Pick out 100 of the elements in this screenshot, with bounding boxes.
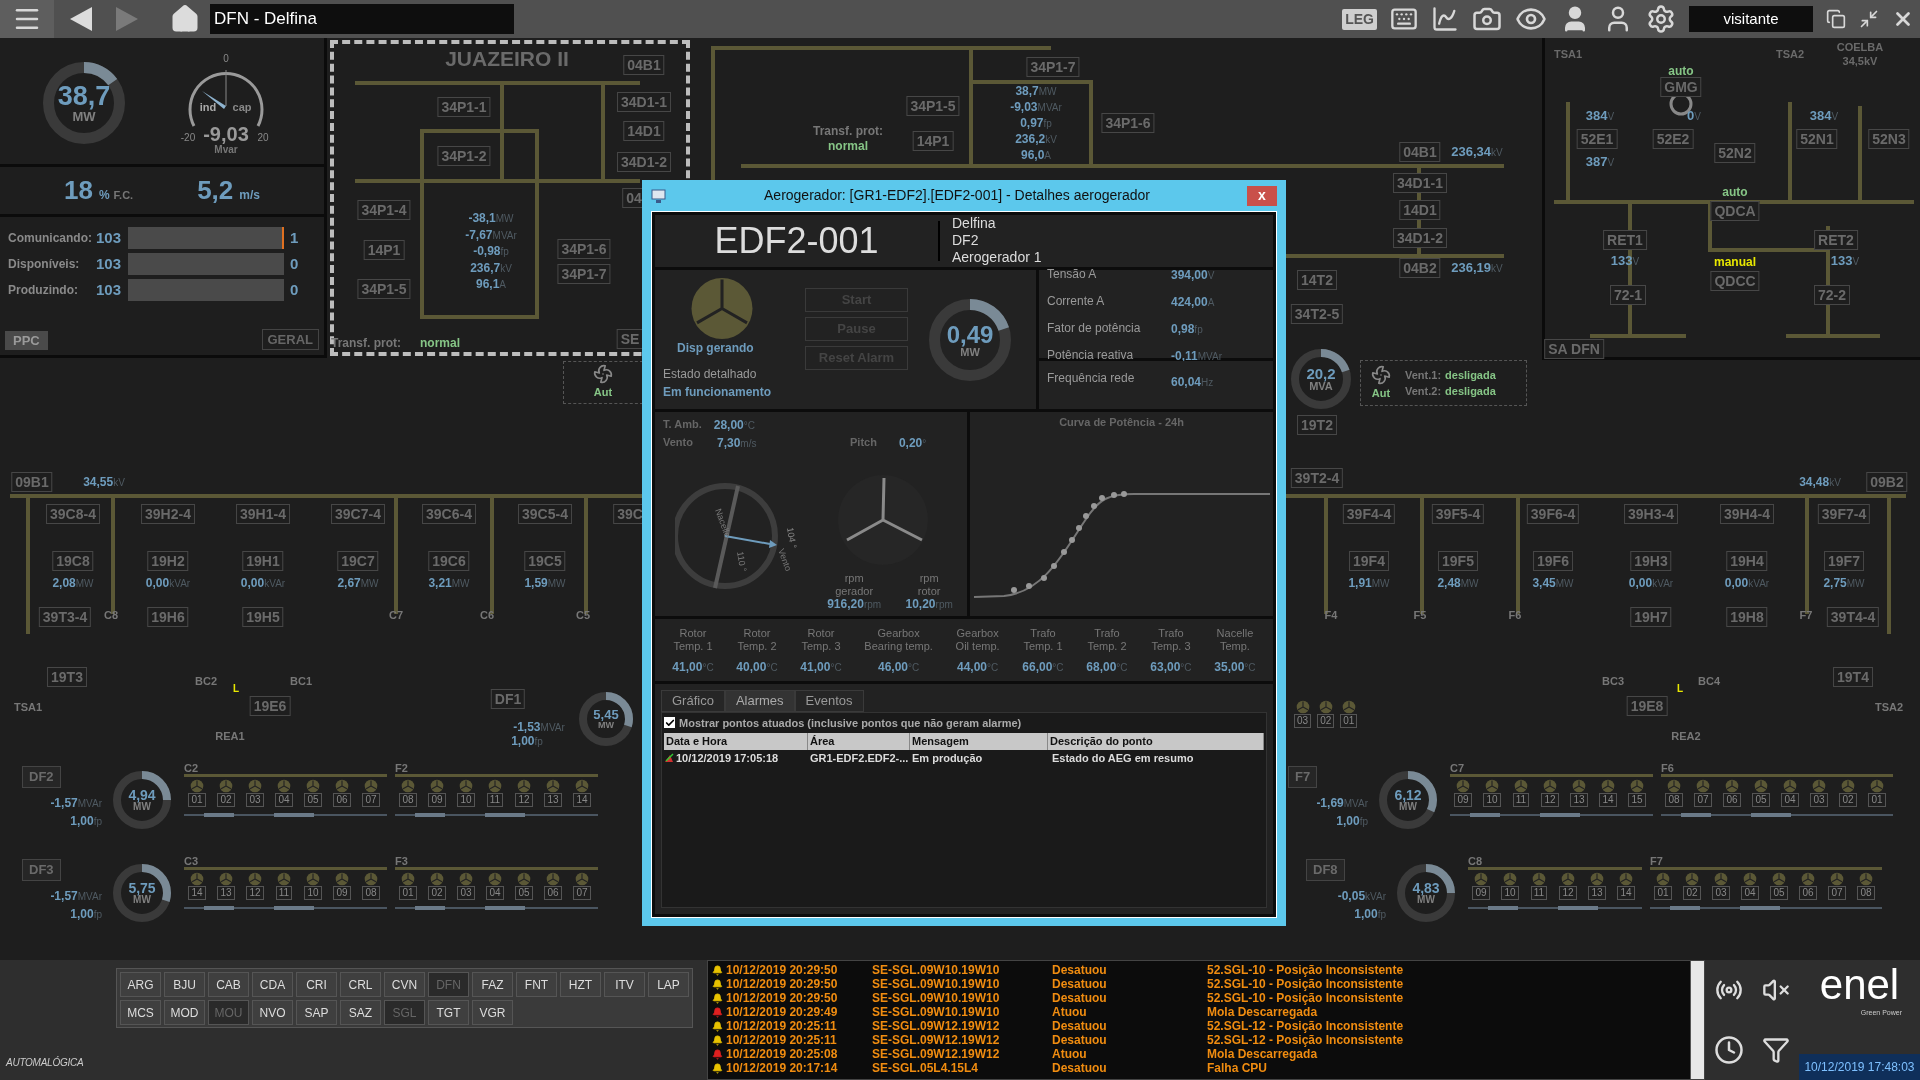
unit-number[interactable]: 05: [1752, 793, 1770, 807]
equipment-tag[interactable]: 19T4: [1833, 667, 1873, 687]
equipment-tag[interactable]: 19E6: [249, 696, 291, 716]
column-header[interactable]: Mensagem: [910, 733, 1048, 750]
equipment-tag[interactable]: 34P1-6: [1101, 113, 1155, 133]
unit-number[interactable]: 07: [362, 793, 380, 807]
equipment-tag[interactable]: SA DFN: [1544, 339, 1604, 359]
unit-number[interactable]: 02: [217, 793, 235, 807]
equipment-tag[interactable]: 19H7: [1630, 607, 1672, 627]
equipment-tag[interactable]: 19F5: [1438, 551, 1478, 571]
back-icon[interactable]: [68, 5, 94, 33]
unit-number[interactable]: 14: [573, 793, 591, 807]
unit-number[interactable]: 06: [544, 886, 562, 900]
equipment-tag[interactable]: 34P1-4: [357, 200, 411, 220]
equipment-tag[interactable]: 19T2: [1297, 415, 1337, 435]
equipment-tag[interactable]: 14P1: [912, 131, 954, 151]
site-button[interactable]: LAP: [648, 972, 689, 997]
unit-number[interactable]: 14: [188, 886, 206, 900]
close-button[interactable]: x: [1247, 185, 1277, 206]
equipment-tag[interactable]: QDCA: [1710, 201, 1760, 221]
site-button[interactable]: NVO: [252, 1000, 293, 1025]
equipment-tag[interactable]: QDCC: [1710, 271, 1760, 291]
unit-number[interactable]: 09: [428, 793, 446, 807]
equipment-tag[interactable]: 19C6: [428, 551, 470, 571]
overview-button[interactable]: GERAL: [261, 328, 319, 350]
unit-number[interactable]: 05: [1770, 886, 1788, 900]
site-button[interactable]: BJU: [164, 972, 205, 997]
unit-number[interactable]: 13: [217, 886, 235, 900]
equipment-tag[interactable]: 39H1-4: [236, 504, 290, 524]
equipment-tag[interactable]: 39H4-4: [1720, 504, 1774, 524]
equipment-tag[interactable]: 34P1-5: [906, 96, 960, 116]
unit-number[interactable]: 06: [1799, 886, 1817, 900]
site-button[interactable]: CDA: [252, 972, 293, 997]
unit-number[interactable]: 11: [275, 886, 293, 900]
settings-icon[interactable]: [1646, 4, 1676, 34]
tab[interactable]: Alarmes: [724, 690, 795, 712]
filter-icon[interactable]: [1761, 1036, 1790, 1064]
unit-number[interactable]: 03: [1810, 793, 1828, 807]
unit-number[interactable]: 08: [1665, 793, 1683, 807]
equipment-tag[interactable]: 19H1: [242, 551, 284, 571]
equipment-tag[interactable]: 19F4: [1349, 551, 1389, 571]
unit-number[interactable]: 12: [1541, 793, 1559, 807]
equipment-tag[interactable]: 34D1-2: [617, 152, 671, 172]
unit-number[interactable]: 05: [515, 886, 533, 900]
show-actuated-checkbox[interactable]: [664, 717, 675, 729]
unit-number[interactable]: 14: [1617, 886, 1635, 900]
equipment-tag[interactable]: 04B2: [1399, 258, 1441, 278]
equipment-tag[interactable]: 34P1-6: [557, 239, 611, 259]
site-button[interactable]: SAZ: [340, 1000, 381, 1025]
site-button[interactable]: FNT: [516, 972, 557, 997]
equipment-tag[interactable]: 34P1-2: [437, 146, 491, 166]
site-button[interactable]: CRI: [296, 972, 337, 997]
unit-number[interactable]: 04: [486, 886, 504, 900]
clock-icon[interactable]: [1713, 1035, 1744, 1065]
equipment-tag[interactable]: RET1: [1603, 230, 1647, 250]
equipment-tag[interactable]: 34P1-5: [357, 279, 411, 299]
site-button[interactable]: CVN: [384, 972, 425, 997]
unit-number[interactable]: 01: [188, 793, 206, 807]
unit-number[interactable]: 10: [1483, 793, 1501, 807]
farm-name[interactable]: DF8: [1306, 859, 1345, 881]
equipment-tag[interactable]: 39F7-4: [1817, 504, 1871, 524]
unit-number[interactable]: 08: [1857, 886, 1875, 900]
equipment-tag[interactable]: 52N2: [1714, 143, 1756, 163]
unit-number[interactable]: 07: [573, 886, 591, 900]
unit-number[interactable]: 13: [544, 793, 562, 807]
site-button[interactable]: FAZ: [472, 972, 513, 997]
chart-icon[interactable]: [1431, 5, 1459, 33]
equipment-tag[interactable]: 19H2: [147, 551, 189, 571]
equipment-tag[interactable]: 19H4: [1726, 551, 1768, 571]
site-button[interactable]: SAP: [296, 1000, 337, 1025]
equipment-tag[interactable]: 72-2: [1814, 285, 1850, 305]
unit-number[interactable]: 10: [457, 793, 475, 807]
unit-number[interactable]: 02: [1839, 793, 1857, 807]
unit-number[interactable]: 13: [1570, 793, 1588, 807]
equipment-tag[interactable]: 39C6-4: [422, 504, 476, 524]
unit-number[interactable]: 12: [515, 793, 533, 807]
farm-name[interactable]: F7: [1288, 766, 1318, 788]
equipment-tag[interactable]: 34D1-1: [1393, 173, 1447, 193]
unit-number[interactable]: 12: [1559, 886, 1577, 900]
home-icon[interactable]: [170, 4, 200, 34]
equipment-tag[interactable]: 14P1: [363, 240, 405, 260]
farm-name[interactable]: DF3: [22, 859, 61, 881]
equipment-tag[interactable]: 19H3: [1630, 551, 1672, 571]
unit-number[interactable]: 11: [486, 793, 504, 807]
equipment-tag[interactable]: SE: [616, 329, 644, 349]
equipment-tag[interactable]: 19C8: [52, 551, 94, 571]
equipment-tag[interactable]: 39T3-4: [38, 607, 92, 627]
unit-number[interactable]: 02: [1317, 714, 1335, 728]
unit-number[interactable]: 04: [1741, 886, 1759, 900]
unit-number[interactable]: 02: [1683, 886, 1701, 900]
unit-number[interactable]: 14: [1599, 793, 1617, 807]
equipment-tag[interactable]: 19F6: [1533, 551, 1573, 571]
equipment-tag[interactable]: 34D1-2: [1393, 228, 1447, 248]
unit-number[interactable]: 07: [1828, 886, 1846, 900]
equipment-tag[interactable]: 34D1-1: [617, 92, 671, 112]
equipment-tag[interactable]: 19H6: [147, 607, 189, 627]
unit-number[interactable]: 09: [333, 886, 351, 900]
equipment-tag[interactable]: 34P1-7: [557, 264, 611, 284]
unit-number[interactable]: 03: [457, 886, 475, 900]
equipment-tag[interactable]: 52N1: [1796, 129, 1838, 149]
